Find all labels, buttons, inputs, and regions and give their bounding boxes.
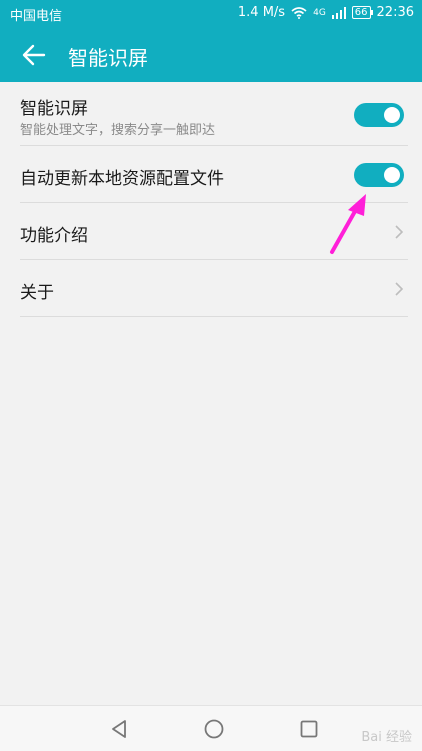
annotation-arrow-icon: [330, 194, 366, 254]
network-type: 4G: [313, 7, 326, 18]
auto-update-toggle[interactable]: [354, 163, 404, 187]
divider: [20, 316, 408, 317]
app-bar: 智能识屏: [0, 28, 422, 82]
setting-title: 功能介绍: [20, 226, 88, 246]
chevron-right-icon: [395, 225, 404, 239]
clock: 22:36: [376, 5, 414, 20]
setting-about[interactable]: 关于: [0, 260, 422, 317]
status-indicators: 1.4 M/s 4G 66 22:36: [238, 5, 414, 20]
network-speed: 1.4 M/s: [237, 5, 286, 20]
toggle-knob: [384, 107, 400, 123]
setting-title: 关于: [20, 283, 54, 303]
back-triangle-icon[interactable]: [108, 718, 130, 740]
smart-screen-toggle[interactable]: [354, 103, 404, 127]
battery-icon: 66: [351, 6, 373, 19]
setting-smart-screen[interactable]: 智能识屏 智能处理文字，搜索分享一触即达: [0, 82, 422, 146]
arrow-left-icon[interactable]: [20, 41, 48, 69]
watermark: Bai 经验: [361, 730, 412, 745]
setting-title: 自动更新本地资源配置文件: [20, 169, 224, 189]
recent-square-icon[interactable]: [298, 718, 320, 740]
chevron-right-icon: [395, 282, 404, 296]
nav-bar: Bai 经验: [0, 705, 422, 751]
wifi-icon: [291, 6, 307, 19]
status-bar: 中国电信 1.4 M/s 4G 66 22:36: [0, 0, 422, 28]
carrier-label: 中国电信: [10, 9, 63, 24]
setting-title: 智能识屏: [20, 99, 88, 119]
toggle-knob: [384, 167, 400, 183]
signal-icon: [331, 6, 346, 19]
page-title: 智能识屏: [68, 46, 148, 70]
setting-subtitle: 智能处理文字，搜索分享一触即达: [20, 123, 216, 138]
home-circle-icon[interactable]: [203, 718, 225, 740]
